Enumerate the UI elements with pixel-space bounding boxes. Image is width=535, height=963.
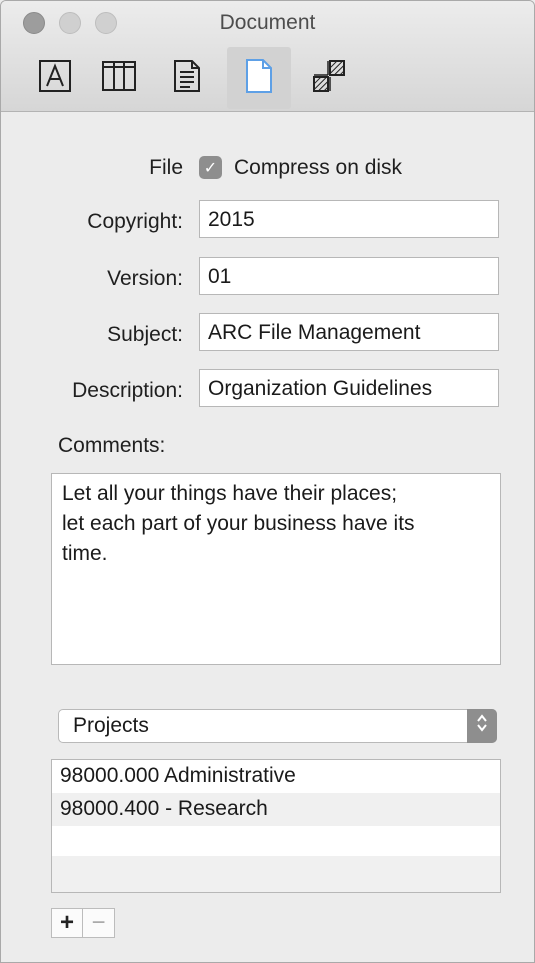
up-down-chevron-icon: [476, 713, 488, 739]
list-item[interactable]: 98000.400 - Research: [52, 793, 500, 826]
document-icon: [244, 58, 274, 99]
columns-icon: [101, 59, 137, 98]
document-properties-panel: File ✓ Compress on disk Copyright: 2015 …: [1, 112, 534, 962]
text-page-icon: [172, 59, 202, 98]
tab-text-page[interactable]: [155, 47, 219, 109]
subject-label: Subject:: [107, 323, 183, 346]
projects-list: 98000.000 Administrative 98000.400 - Res…: [51, 759, 501, 893]
projects-popup-value: Projects: [73, 714, 149, 737]
window-title: Document: [219, 11, 316, 34]
pattern-icon: [311, 58, 347, 99]
list-item[interactable]: 98000.000 Administrative: [52, 760, 500, 793]
description-label: Description:: [72, 379, 183, 402]
list-empty-row: [52, 856, 500, 892]
checkmark-icon: ✓: [203, 159, 218, 177]
tab-columns[interactable]: [87, 47, 151, 109]
comments-textarea[interactable]: Let all your things have their places; l…: [51, 473, 501, 665]
document-inspector-window: Document File ✓ Compress on disk Copyrig…: [0, 0, 535, 963]
projects-popup[interactable]: Projects: [58, 709, 497, 743]
font-icon: [38, 59, 72, 98]
tab-text-style[interactable]: [23, 47, 87, 109]
popup-stepper[interactable]: [467, 709, 497, 743]
version-field[interactable]: 01: [199, 257, 499, 295]
compress-label[interactable]: Compress on disk: [234, 156, 402, 180]
version-label: Version:: [107, 267, 183, 290]
tab-pattern[interactable]: [297, 47, 361, 109]
add-remove-control: + −: [51, 908, 115, 938]
copyright-label: Copyright:: [87, 210, 183, 233]
tab-document[interactable]: [227, 47, 291, 109]
compress-checkbox[interactable]: ✓: [199, 156, 222, 179]
remove-project-button[interactable]: −: [83, 908, 115, 938]
description-field[interactable]: Organization Guidelines: [199, 369, 499, 407]
comments-label: Comments:: [58, 434, 166, 457]
copyright-field[interactable]: 2015: [199, 200, 499, 238]
file-label: File: [149, 156, 183, 179]
titlebar: Document: [1, 1, 534, 112]
subject-field[interactable]: ARC File Management: [199, 313, 499, 351]
list-item-empty: [52, 826, 500, 859]
add-project-button[interactable]: +: [51, 908, 83, 938]
